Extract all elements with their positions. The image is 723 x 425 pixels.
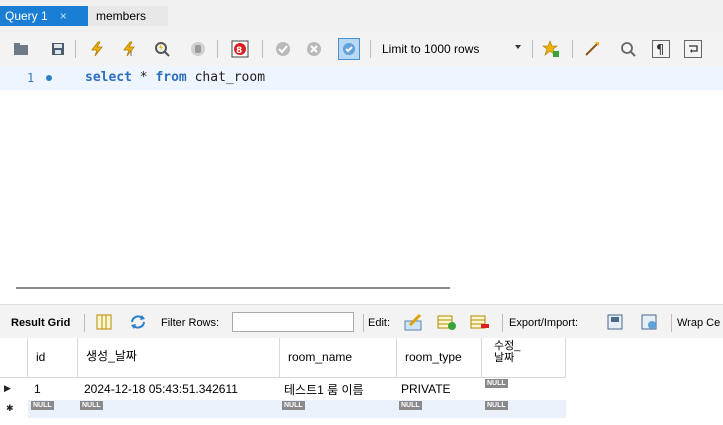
- cell-created[interactable]: 2024-12-18 05:43:51.342611: [84, 382, 238, 396]
- svg-text:8: 8: [236, 46, 242, 56]
- edit-row-icon[interactable]: [404, 313, 422, 331]
- column-header-created[interactable]: 생성_날짜: [78, 338, 280, 378]
- commit-icon[interactable]: [274, 40, 292, 58]
- cell-updated-null[interactable]: NULL: [485, 379, 508, 388]
- column-header-room-name[interactable]: room_name: [280, 338, 397, 378]
- cell-id[interactable]: 1: [34, 382, 41, 396]
- keyword-select: select: [85, 70, 132, 85]
- delete-row-icon[interactable]: [470, 313, 489, 331]
- explain-icon[interactable]: [153, 40, 171, 58]
- code-star: *: [131, 70, 156, 85]
- tab-members[interactable]: members: [88, 6, 168, 26]
- filter-rows-input[interactable]: [232, 312, 354, 332]
- execute-icon[interactable]: [88, 40, 106, 58]
- toggle-error-icon[interactable]: 8: [231, 40, 249, 58]
- tab-query-1[interactable]: Query 1 ×: [0, 6, 88, 26]
- filter-rows-label: Filter Rows:: [161, 317, 220, 329]
- close-icon[interactable]: ×: [60, 9, 67, 23]
- new-row-null[interactable]: NULL: [485, 401, 508, 410]
- beautify-icon[interactable]: [583, 40, 601, 58]
- add-row-icon[interactable]: [437, 313, 456, 331]
- cell-room-name[interactable]: 테스트1 룸 이름: [284, 381, 364, 398]
- chevron-down-icon[interactable]: [515, 45, 521, 49]
- new-row-null[interactable]: NULL: [80, 401, 103, 410]
- result-toolbar: Result Grid Filter Rows: Edit: Export/Im…: [0, 304, 723, 339]
- invisible-chars-icon[interactable]: ¶: [652, 40, 670, 58]
- code-table: chat_room: [186, 70, 266, 85]
- autocommit-icon[interactable]: [338, 38, 360, 60]
- save-icon[interactable]: [49, 40, 67, 58]
- svg-text:I: I: [130, 50, 132, 57]
- panel-splitter[interactable]: [16, 287, 450, 289]
- result-grid-label[interactable]: Result Grid: [11, 317, 70, 329]
- new-row-null[interactable]: NULL: [31, 401, 54, 410]
- open-folder-icon[interactable]: [12, 40, 30, 58]
- cell-room-type[interactable]: PRIVATE: [401, 382, 451, 396]
- new-row-indicator-icon: ✱: [6, 403, 14, 413]
- export-import-label: Export/Import:: [509, 317, 579, 329]
- row-header-corner: [0, 338, 28, 378]
- execute-current-icon[interactable]: I: [120, 40, 138, 58]
- keyword-from: from: [155, 70, 187, 85]
- statement-marker-icon: [46, 75, 52, 81]
- column-header-id[interactable]: id: [28, 338, 78, 378]
- tab-label: members: [96, 9, 147, 23]
- new-row-null[interactable]: NULL: [399, 401, 422, 410]
- tab-strip: Query 1 × members: [0, 0, 723, 32]
- import-icon[interactable]: [640, 313, 658, 331]
- wrap-icon[interactable]: [684, 40, 702, 58]
- add-snippet-icon[interactable]: [542, 40, 560, 58]
- svg-text:¶: ¶: [656, 43, 664, 56]
- stop-icon[interactable]: [189, 40, 207, 58]
- edit-label: Edit:: [368, 317, 391, 329]
- find-icon[interactable]: [619, 40, 637, 58]
- column-header-updated[interactable]: 수정_ 날짜: [482, 338, 566, 378]
- sql-editor[interactable]: 1 select * from chat_room: [0, 66, 723, 282]
- export-icon[interactable]: [606, 313, 624, 331]
- result-grid: id 생성_날짜 room_name room_type 수정_ 날짜 ▶ 1 …: [0, 338, 723, 425]
- grid-columns-icon[interactable]: [95, 313, 113, 331]
- limit-select[interactable]: Limit to 1000 rows: [382, 42, 479, 56]
- line-number: 1: [27, 71, 35, 85]
- query-toolbar: I 8 Limit to 1000 rows ¶: [0, 32, 723, 66]
- current-row-indicator-icon: ▶: [4, 383, 11, 393]
- tab-label: Query 1: [5, 9, 48, 23]
- wrap-cell-label[interactable]: Wrap Ce: [677, 317, 720, 329]
- rollback-icon[interactable]: [305, 40, 323, 58]
- refresh-icon[interactable]: [129, 313, 147, 331]
- column-header-room-type[interactable]: room_type: [397, 338, 482, 378]
- new-row-null[interactable]: NULL: [282, 401, 305, 410]
- code-line[interactable]: select * from chat_room: [85, 70, 265, 85]
